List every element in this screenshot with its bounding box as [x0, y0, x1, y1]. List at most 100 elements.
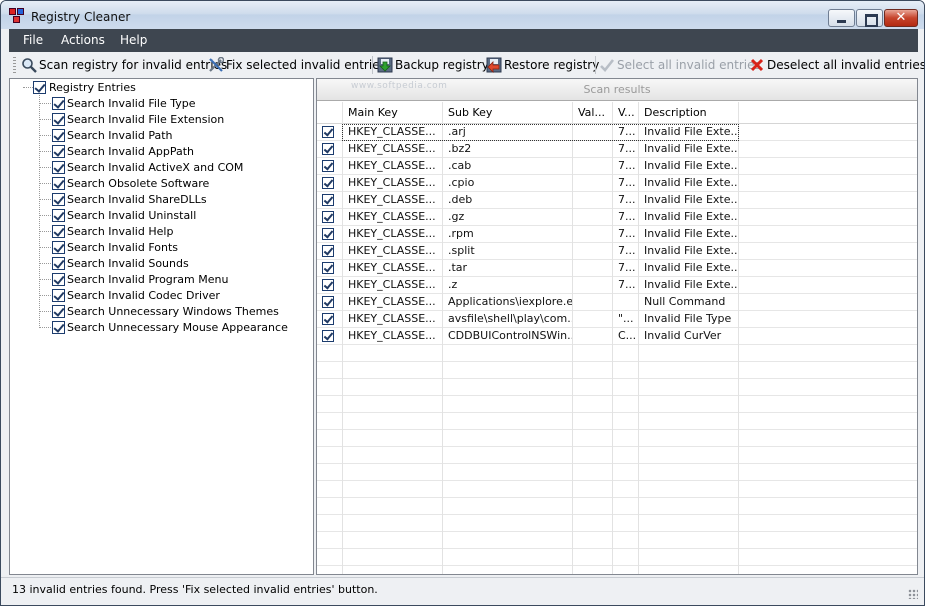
minimize-button[interactable] — [828, 9, 855, 27]
resize-grip-icon[interactable] — [908, 589, 918, 599]
header-value-name[interactable]: Val... — [573, 102, 613, 124]
tree-item-checkbox[interactable] — [52, 97, 65, 110]
row-checkbox[interactable] — [322, 245, 334, 257]
tree-item-checkbox[interactable] — [52, 321, 65, 334]
tree-connector — [39, 327, 51, 328]
select-all-button[interactable]: Select all invalid entries — [599, 56, 761, 74]
row-checkbox[interactable] — [322, 194, 334, 206]
deselect-all-button[interactable]: Deselect all invalid entries — [749, 56, 924, 74]
tree-item-checkbox[interactable] — [52, 193, 65, 206]
menu-help[interactable]: Help — [120, 33, 147, 47]
tree-connector — [39, 95, 40, 328]
backup-disk-icon — [377, 57, 393, 73]
tree-connector — [23, 87, 33, 88]
cell-description: Invalid File Exte... — [644, 278, 738, 291]
row-checkbox[interactable] — [322, 262, 334, 274]
tree-item-checkbox[interactable] — [52, 289, 65, 302]
table-row[interactable]: HKEY_CLASSE... Applications\iexplore.e...… — [317, 294, 917, 311]
table-row[interactable]: HKEY_CLASSE... .rpm 7... Invalid File Exte.… — [317, 226, 917, 243]
table-row[interactable]: HKEY_CLASSE... CDDBUIControlNSWin... C... I… — [317, 328, 917, 345]
cell-main-key: HKEY_CLASSE... — [348, 329, 436, 342]
cell-main-key: HKEY_CLASSE... — [348, 227, 436, 240]
app-cubes-icon — [9, 8, 25, 24]
tree-item-checkbox[interactable] — [52, 225, 65, 238]
menu-actions[interactable]: Actions — [61, 33, 105, 47]
table-row[interactable]: HKEY_CLASSE... .arj 7... Invalid File Exte.… — [317, 124, 917, 141]
cell-sub-key: .bz2 — [448, 142, 472, 155]
cell-main-key: HKEY_CLASSE... — [348, 142, 436, 155]
row-checkbox[interactable] — [322, 143, 334, 155]
table-row[interactable]: HKEY_CLASSE... avsfile\shell\play\com... "… — [317, 311, 917, 328]
row-checkbox[interactable] — [322, 228, 334, 240]
tree-connector — [39, 119, 51, 120]
row-checkbox[interactable] — [322, 211, 334, 223]
row-checkbox[interactable] — [322, 160, 334, 172]
cell-sub-key: .deb — [448, 193, 473, 206]
maximize-button[interactable] — [856, 9, 883, 27]
tree-item-checkbox[interactable] — [52, 129, 65, 142]
cell-value: 7... — [618, 244, 636, 257]
tree-item-checkbox[interactable] — [52, 161, 65, 174]
header-sub-key[interactable]: Sub Key — [443, 102, 573, 124]
row-checkbox[interactable] — [322, 313, 334, 325]
backup-button[interactable]: Backup registry — [377, 56, 489, 74]
row-checkbox[interactable] — [322, 126, 334, 138]
header-main-key[interactable]: Main Key — [343, 102, 443, 124]
header-check-column[interactable] — [317, 102, 343, 124]
table-row[interactable]: HKEY_CLASSE... .cpio 7... Invalid File Exte… — [317, 175, 917, 192]
table-row[interactable]: HKEY_CLASSE... .deb 7... Invalid File Exte.… — [317, 192, 917, 209]
cell-value-name — [573, 260, 612, 277]
title-bar[interactable]: Registry Cleaner ✕ — [1, 1, 924, 29]
tree-item-checkbox[interactable] — [52, 241, 65, 254]
cell-sub-key: Applications\iexplore.e... — [448, 295, 572, 308]
tree-item-label: Search Invalid Program Menu — [67, 273, 229, 286]
tree-item-checkbox[interactable] — [52, 177, 65, 190]
tree-root-checkbox[interactable] — [33, 81, 46, 94]
table-row[interactable]: HKEY_CLASSE... .gz 7... Invalid File Exte..… — [317, 209, 917, 226]
tree-item-checkbox[interactable] — [52, 113, 65, 126]
tree-item-checkbox[interactable] — [52, 305, 65, 318]
tree-item-label: Search Invalid Path — [67, 129, 173, 142]
cell-value: 7... — [618, 261, 636, 274]
cell-value: 7... — [618, 193, 636, 206]
cell-main-key: HKEY_CLASSE... — [348, 261, 436, 274]
red-x-icon — [750, 58, 764, 72]
cell-description: Invalid File Exte... — [644, 261, 738, 274]
status-text: 13 invalid entries found. Press 'Fix sel… — [12, 583, 378, 596]
tree-item-checkbox[interactable] — [52, 273, 65, 286]
header-value[interactable]: V... — [613, 102, 639, 124]
table-row[interactable]: HKEY_CLASSE... .cab 7... Invalid File Exte.… — [317, 158, 917, 175]
row-checkbox[interactable] — [322, 296, 334, 308]
header-description[interactable]: Description — [639, 102, 739, 124]
tree-connector — [39, 215, 51, 216]
tree-item-checkbox[interactable] — [52, 209, 65, 222]
select-all-label: Select all invalid entries — [617, 58, 761, 72]
window-title: Registry Cleaner — [31, 10, 131, 24]
row-checkbox[interactable] — [322, 279, 334, 291]
tree-item-label: Search Obsolete Software — [67, 177, 210, 190]
menu-file[interactable]: File — [23, 33, 43, 47]
table-row[interactable]: HKEY_CLASSE... .bz2 7... Invalid File Exte.… — [317, 141, 917, 158]
row-checkbox[interactable] — [322, 177, 334, 189]
scan-button[interactable]: Scan registry for invalid entries — [21, 56, 227, 74]
row-checkbox[interactable] — [322, 330, 334, 342]
results-grid-body[interactable]: HKEY_CLASSE... .arj 7... Invalid File Exte.… — [317, 124, 917, 574]
toolbar-grip[interactable] — [13, 57, 16, 73]
minimize-icon — [829, 10, 854, 26]
fix-button[interactable]: Fix selected invalid entries — [208, 56, 386, 74]
table-row[interactable]: HKEY_CLASSE... .tar 7... Invalid File Exte.… — [317, 260, 917, 277]
cell-value: 7... — [618, 159, 636, 172]
tree-item-checkbox[interactable] — [52, 145, 65, 158]
cell-main-key: HKEY_CLASSE... — [348, 210, 436, 223]
restore-button[interactable]: Restore registry — [486, 56, 599, 74]
cell-description: Invalid File Exte... — [644, 227, 738, 240]
restore-label: Restore registry — [504, 58, 600, 72]
cell-description: Invalid File Exte... — [644, 159, 738, 172]
tree-item-checkbox[interactable] — [52, 257, 65, 270]
close-button[interactable]: ✕ — [884, 9, 918, 27]
table-row[interactable]: HKEY_CLASSE... .split 7... Invalid File Ext… — [317, 243, 917, 260]
table-row[interactable]: HKEY_CLASSE... .z 7... Invalid File Exte... — [317, 277, 917, 294]
cell-main-key: HKEY_CLASSE... — [348, 159, 436, 172]
registry-entries-tree[interactable]: Registry Entries Search Invalid File Typ… — [9, 78, 314, 575]
tree-item-label: Search Invalid ActiveX and COM — [67, 161, 244, 174]
